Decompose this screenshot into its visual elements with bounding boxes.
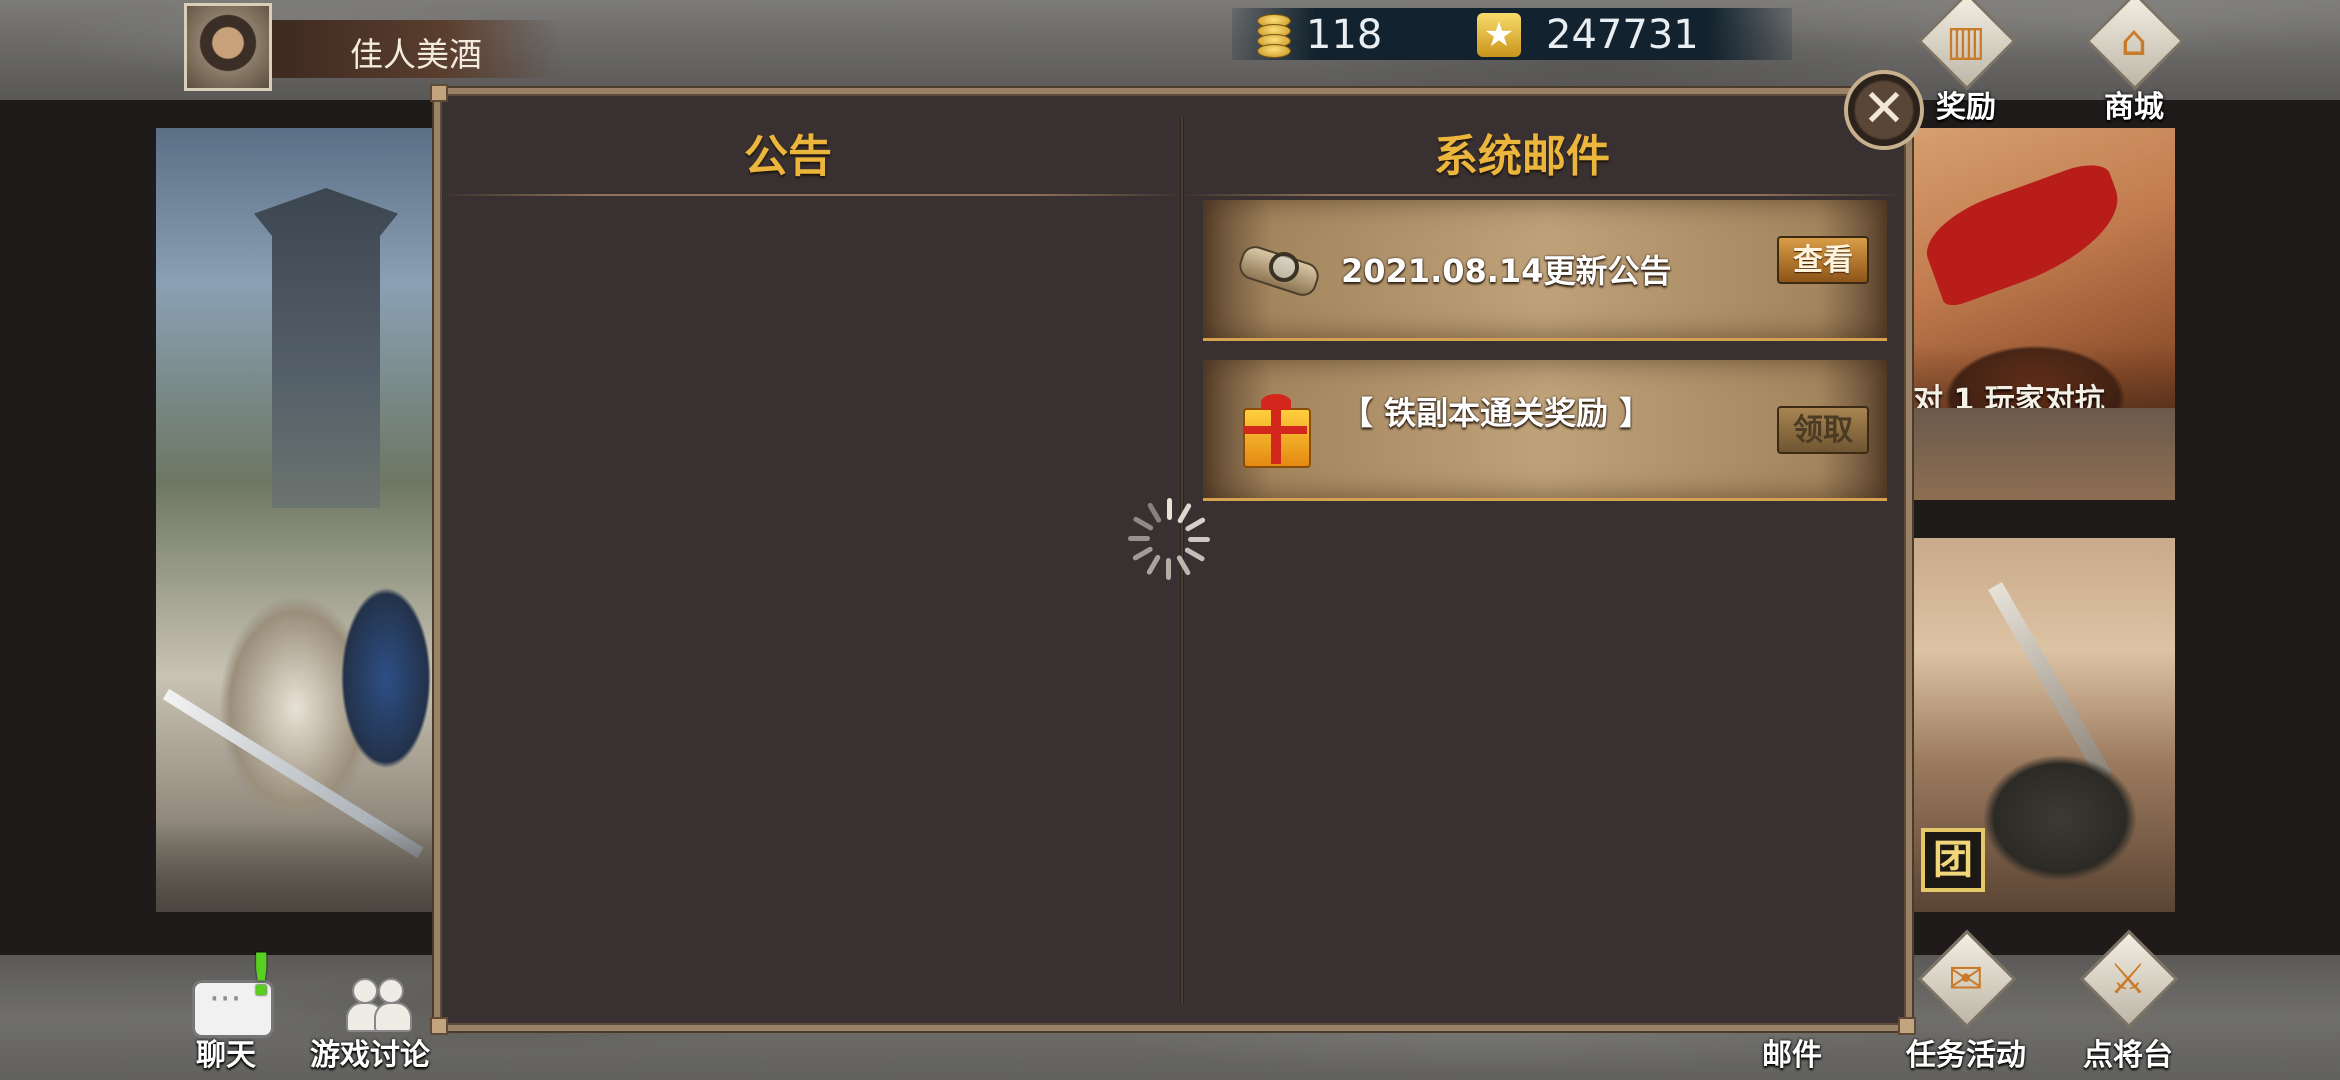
forum-label[interactable]: 游戏讨论: [310, 1030, 430, 1074]
scroll-icon: ✉: [1948, 954, 1984, 1003]
coin-icon: [1253, 12, 1293, 58]
shop-button[interactable]: ⌂ 商城: [2064, 0, 2204, 125]
forum-people-icon[interactable]: [346, 976, 412, 1032]
general-button[interactable]: ⚔ 点将台: [2058, 929, 2198, 1073]
close-button[interactable]: ✕: [1844, 70, 1924, 150]
mail-label[interactable]: 邮件: [1762, 1030, 1822, 1074]
legion-banner[interactable]: 团: [1905, 538, 2175, 912]
tab-announcement[interactable]: 公告: [744, 120, 832, 184]
gift-icon: [1233, 388, 1313, 468]
dialog-corner: [430, 1017, 448, 1035]
gift-box-icon: ▥: [1946, 16, 1986, 65]
pavilion-icon: ⌂: [2120, 16, 2148, 65]
mail-title: 【 铁副本通关奖励 】: [1341, 394, 1652, 432]
mail-list-item[interactable]: 【 铁副本通关奖励 】 领取: [1203, 360, 1887, 501]
star-count: 247731: [1546, 12, 1699, 58]
chat-alert-icon: !: [248, 941, 275, 1009]
mail-header-divider: [1186, 194, 1900, 196]
legion-badge: 团: [1921, 828, 1985, 892]
pvp-banner-footer: [1905, 408, 2175, 500]
banner-shade: [156, 822, 436, 912]
view-button[interactable]: 查看: [1777, 236, 1869, 284]
pvp-banner[interactable]: 对 1 玩家对抗: [1905, 128, 2175, 500]
player-name: 佳人美酒: [350, 35, 482, 74]
hero-companion-illustration: [326, 558, 436, 808]
dialog-corner: [430, 84, 448, 102]
coin-count: 118: [1306, 12, 1383, 58]
player-avatar[interactable]: [184, 3, 272, 91]
mission-button[interactable]: ✉ 任务活动: [1896, 929, 2036, 1073]
general-label: 点将台: [2083, 1038, 2173, 1073]
flag-illustration: [1915, 156, 2135, 310]
sword-icon: ⚔: [2109, 954, 2147, 1003]
left-banner-art[interactable]: [156, 128, 436, 912]
claim-button[interactable]: 领取: [1777, 406, 1869, 454]
star-icon: ★: [1477, 13, 1521, 57]
scroll-icon: [1233, 228, 1323, 308]
mail-title: 2021.08.14更新公告: [1341, 252, 1672, 290]
tower-illustration: [254, 188, 398, 508]
mission-label: 任务活动: [1906, 1038, 2026, 1073]
announcement-header-divider: [446, 194, 1178, 196]
mail-list-item[interactable]: 2021.08.14更新公告 查看: [1203, 200, 1887, 341]
chat-label[interactable]: 聊天: [196, 1030, 256, 1074]
loading-spinner-icon: [1126, 496, 1212, 582]
tab-system-mail[interactable]: 系统邮件: [1434, 120, 1610, 184]
shop-label: 商城: [2104, 90, 2164, 125]
